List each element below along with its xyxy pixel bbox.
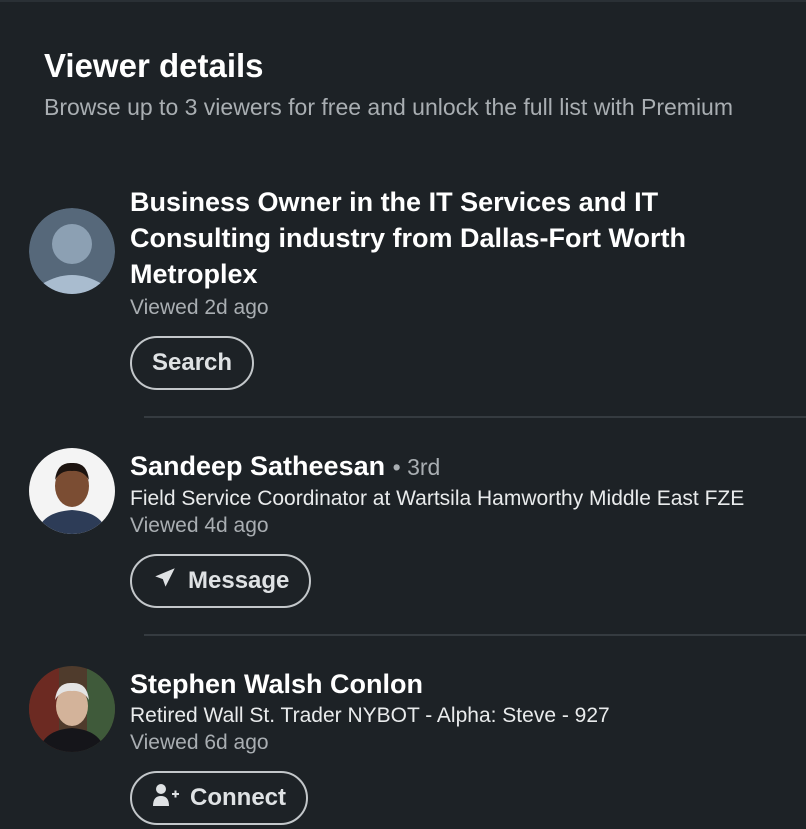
page-title: Viewer details [44,47,264,84]
divider [144,416,806,418]
viewed-time: Viewed 4d ago [130,514,269,537]
anonymous-avatar-icon [29,208,115,294]
viewed-time: Viewed 6d ago [130,731,269,754]
divider [144,634,806,636]
top-divider [0,0,806,2]
viewer-details-header: Viewer details Browse up to 3 viewers fo… [44,46,764,126]
search-button[interactable]: Search [130,336,255,390]
viewer-headline: Retired Wall St. Trader NYBOT - Alpha: S… [130,704,610,727]
connect-button-label: Connect [190,784,286,811]
viewer-name[interactable]: Sandeep Satheesan [130,451,385,481]
send-icon [152,565,178,598]
viewer-name[interactable]: Business Owner in the IT Services and IT… [130,184,710,292]
connection-degree: • 3rd [392,454,441,480]
page-subtitle: Browse up to 3 viewers for free and unlo… [44,94,734,120]
message-button-label: Message [188,567,290,594]
viewer-name-row: Sandeep Satheesan • 3rd [130,448,790,485]
search-button-label: Search [152,349,233,376]
profile-photo[interactable] [29,448,115,534]
viewer-headline: Field Service Coordinator at Wartsila Ha… [130,487,745,510]
profile-photo[interactable] [29,666,115,752]
connect-button[interactable]: Connect [130,771,308,825]
viewer-name[interactable]: Stephen Walsh Conlon [130,666,790,702]
viewed-time: Viewed 2d ago [130,296,269,319]
message-button[interactable]: Message [130,554,312,608]
add-person-icon [152,782,180,815]
